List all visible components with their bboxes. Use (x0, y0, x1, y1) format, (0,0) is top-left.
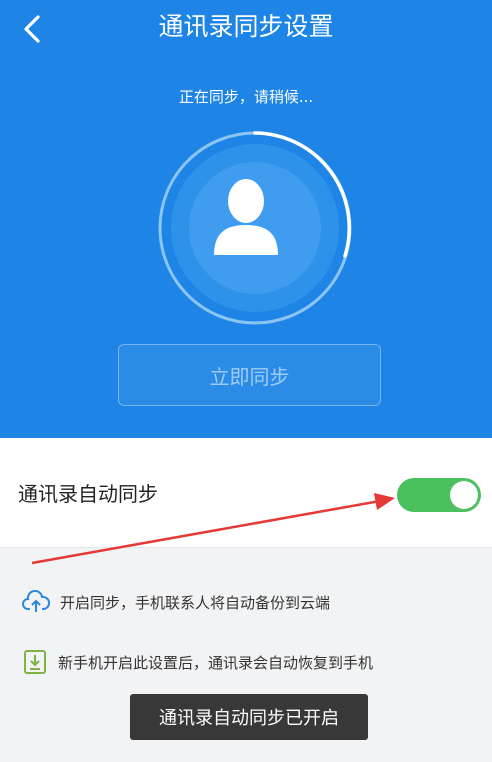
auto-sync-row: 通讯录自动同步 (0, 438, 492, 548)
title-bar: 通讯录同步设置 (0, 0, 492, 58)
info-restore-text: 新手机开启此设置后，通讯录会自动恢复到手机 (58, 653, 374, 672)
info-backup-text: 开启同步，手机联系人将自动备份到云端 (60, 593, 331, 612)
toggle-knob (450, 481, 478, 509)
cloud-upload-icon (22, 590, 50, 612)
sync-status-text: 正在同步，请稍候... (178, 88, 314, 106)
sync-now-button[interactable]: 立即同步 (118, 344, 381, 406)
contact-avatar-icon (214, 179, 278, 255)
download-box-icon (24, 650, 46, 674)
auto-sync-label: 通讯录自动同步 (18, 482, 158, 506)
info-restore: 新手机开启此设置后，通讯录会自动恢复到手机 (22, 648, 373, 676)
auto-sync-toggle[interactable] (397, 478, 481, 512)
toast-message: 通讯录自动同步已开启 (130, 694, 368, 740)
info-backup: 开启同步，手机联系人将自动备份到云端 (22, 590, 330, 614)
sync-panel: 正在同步，请稍候... 立即同步 (0, 58, 492, 438)
page-title: 通讯录同步设置 (158, 12, 334, 41)
